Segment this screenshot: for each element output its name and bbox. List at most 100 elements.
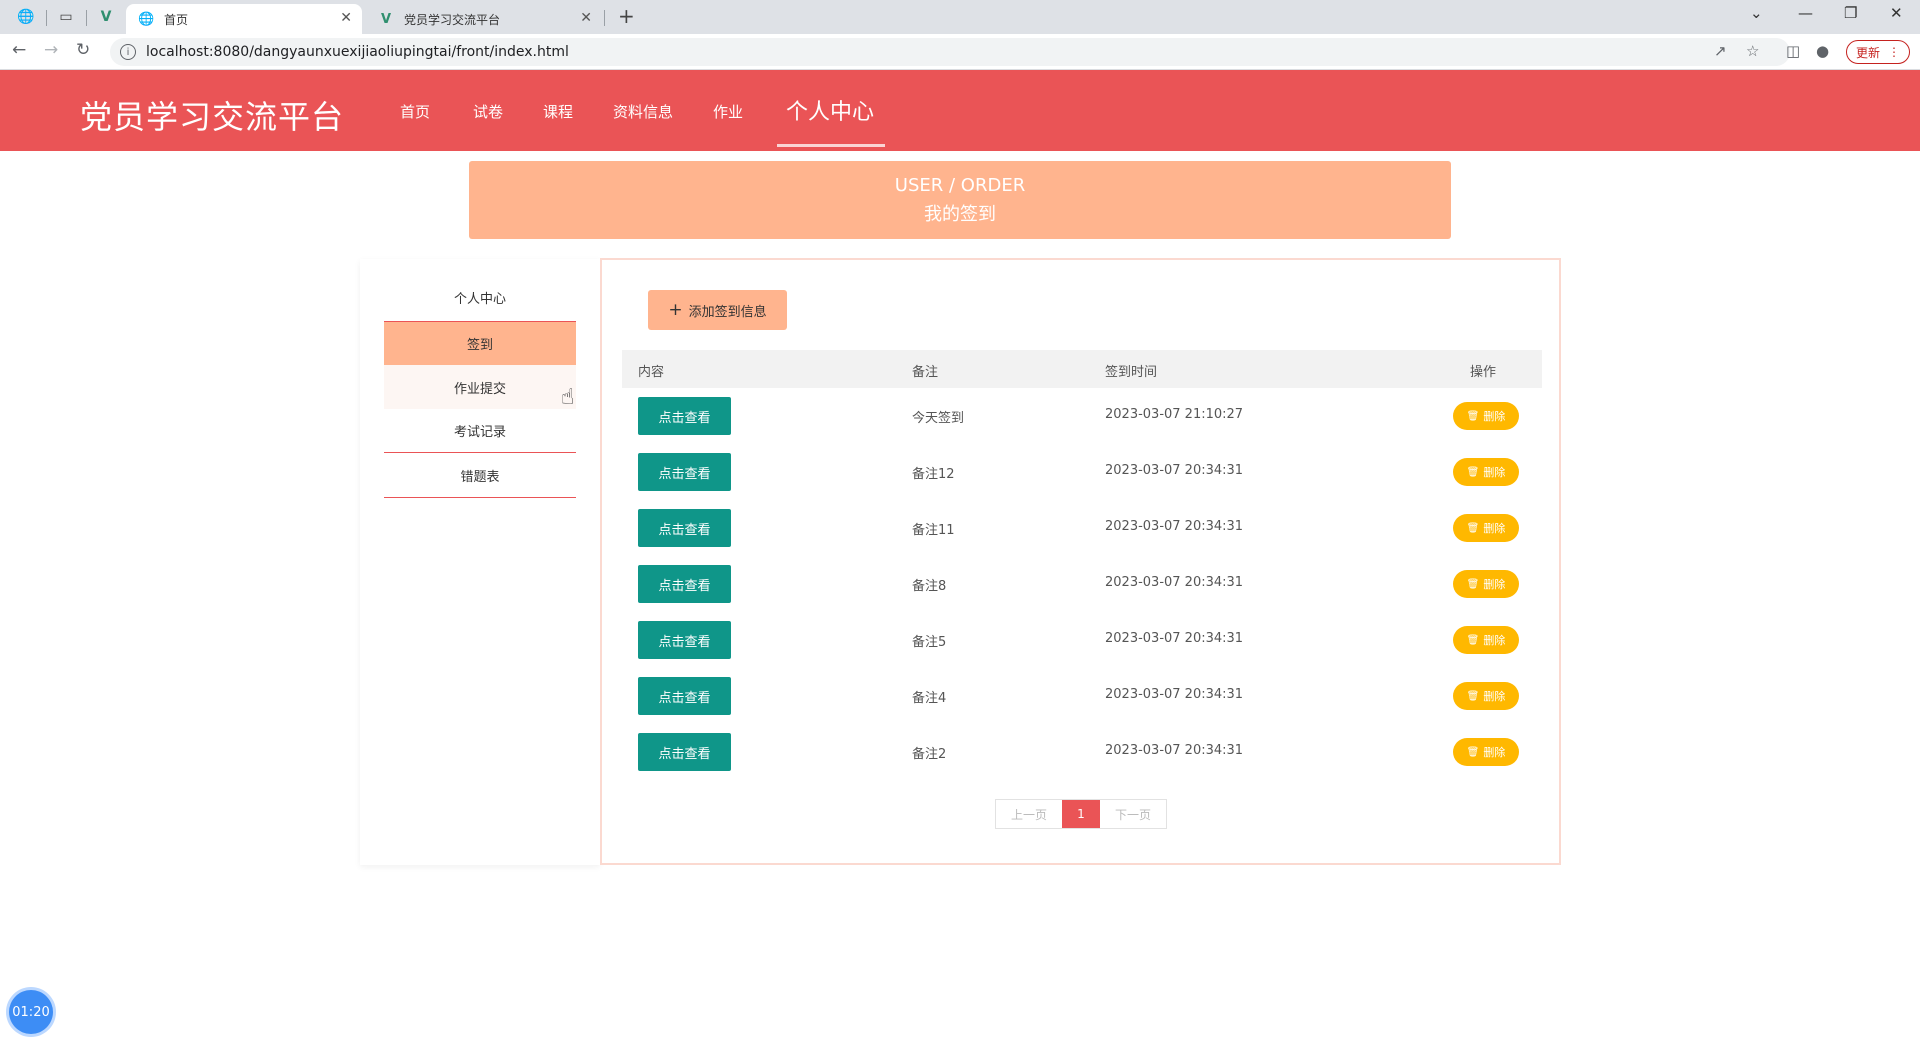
bookmark-star-icon[interactable]: ☆	[1746, 42, 1759, 60]
banner-english-title: USER / ORDER	[894, 175, 1026, 196]
current-page-button[interactable]: 1	[1062, 800, 1100, 828]
browser-tab-platform[interactable]: V 党员学习交流平台 ✕	[366, 4, 602, 34]
share-icon[interactable]: ↗	[1714, 42, 1727, 60]
delete-button[interactable]: 🗑 删除	[1453, 682, 1519, 710]
minimize-icon[interactable]: —	[1798, 4, 1813, 22]
reload-icon[interactable]: ↻	[76, 40, 90, 60]
table-row: 点击查看 备注12 2023-03-07 20:34:31 🗑 删除	[622, 444, 1542, 500]
trash-icon: 🗑	[1466, 746, 1480, 758]
note-cell: 备注8	[912, 579, 947, 594]
note-cell: 备注5	[912, 635, 947, 650]
sidebar-item-checkin[interactable]: 签到	[384, 321, 576, 365]
close-tab-icon[interactable]: ✕	[580, 10, 592, 26]
nav-materials[interactable]: 资料信息	[613, 101, 673, 122]
banner-chinese-title: 我的签到	[924, 204, 996, 225]
browser-address-bar: ← → ↻ i localhost:8080/dangyaunxuexijiao…	[0, 34, 1920, 70]
trash-icon: 🗑	[1466, 690, 1480, 702]
add-checkin-button[interactable]: + 添加签到信息	[648, 290, 787, 330]
vue-icon: V	[380, 11, 392, 27]
table-row: 点击查看 备注8 2023-03-07 20:34:31 🗑 删除	[622, 556, 1542, 612]
recording-timer-badge[interactable]: 01:20	[9, 990, 53, 1034]
column-actions: 操作	[1470, 365, 1497, 380]
note-cell: 备注4	[912, 691, 947, 706]
view-button[interactable]: 点击查看	[638, 621, 731, 659]
delete-label: 删除	[1483, 746, 1506, 759]
tab-title: 首页	[164, 12, 189, 27]
profile-avatar-icon[interactable]: ●	[1816, 42, 1829, 60]
sidebar-item-exam-records[interactable]: 考试记录	[384, 409, 576, 453]
view-button[interactable]: 点击查看	[638, 565, 731, 603]
tab-search-chevron-icon[interactable]: ⌄	[1750, 4, 1763, 22]
time-cell: 2023-03-07 20:34:31	[1105, 743, 1244, 758]
sidebar-item-user-center[interactable]: 个人中心	[384, 275, 576, 319]
new-tab-plus-icon[interactable]: +	[618, 4, 635, 28]
delete-label: 删除	[1483, 466, 1506, 479]
note-cell: 备注12	[912, 467, 955, 482]
restore-icon[interactable]: ❐	[1844, 4, 1857, 22]
trash-icon: 🗑	[1466, 522, 1480, 534]
delete-button[interactable]: 🗑 删除	[1453, 402, 1519, 430]
pinned-tab-globe-icon[interactable]: 🌐	[14, 5, 38, 29]
nav-exam-papers[interactable]: 试卷	[473, 101, 503, 122]
delete-button[interactable]: 🗑 删除	[1453, 458, 1519, 486]
trash-icon: 🗑	[1466, 410, 1480, 422]
page-banner: USER / ORDER 我的签到	[469, 161, 1451, 239]
trash-icon: 🗑	[1466, 466, 1480, 478]
active-nav-underline	[777, 144, 885, 147]
column-content: 内容	[638, 365, 665, 380]
browser-tab-bar: 🌐 ▭ V 🌐 首页 ✕ V 党员学习交流平台 ✕ + ⌄ — ❐ ✕	[0, 0, 1920, 34]
close-window-icon[interactable]: ✕	[1890, 4, 1903, 22]
forward-arrow-icon[interactable]: →	[44, 40, 58, 60]
table-header: 内容 备注 签到时间 操作	[622, 350, 1542, 388]
close-tab-icon[interactable]: ✕	[340, 10, 352, 26]
checkin-panel: + 添加签到信息 内容 备注 签到时间 操作 点击查看 今天签到 2023-03…	[600, 258, 1561, 865]
menu-dots-icon: ⋮	[1888, 45, 1900, 59]
prev-page-button[interactable]: 上一页	[996, 800, 1062, 828]
pinned-tab-vue-icon[interactable]: V	[94, 5, 118, 29]
view-button[interactable]: 点击查看	[638, 453, 731, 491]
tab-separator	[46, 10, 47, 26]
next-page-button[interactable]: 下一页	[1100, 800, 1166, 828]
sidebar-item-wrong-questions[interactable]: 错题表	[384, 454, 576, 498]
url-text: localhost:8080/dangyaunxuexijiaoliupingt…	[146, 44, 569, 60]
pinned-tab-blank-icon[interactable]: ▭	[54, 5, 78, 29]
delete-button[interactable]: 🗑 删除	[1453, 570, 1519, 598]
time-cell: 2023-03-07 20:34:31	[1105, 519, 1244, 534]
delete-button[interactable]: 🗑 删除	[1453, 626, 1519, 654]
note-cell: 今天签到	[912, 411, 965, 426]
trash-icon: 🗑	[1466, 634, 1480, 646]
view-button[interactable]: 点击查看	[638, 509, 731, 547]
table-row: 点击查看 备注11 2023-03-07 20:34:31 🗑 删除	[622, 500, 1542, 556]
view-button[interactable]: 点击查看	[638, 677, 731, 715]
sidebar-item-homework-submit[interactable]: 作业提交	[384, 365, 576, 409]
note-cell: 备注11	[912, 523, 955, 538]
view-button[interactable]: 点击查看	[638, 397, 731, 435]
site-info-icon[interactable]: i	[120, 44, 136, 60]
time-cell: 2023-03-07 20:34:31	[1105, 463, 1244, 478]
nav-user-center[interactable]: 个人中心	[786, 94, 874, 126]
site-header: 党员学习交流平台 首页 试卷 课程 资料信息 作业 个人中心	[0, 70, 1920, 151]
plus-icon: +	[668, 300, 683, 320]
side-panel-icon[interactable]: ◫	[1786, 42, 1800, 60]
table-row: 点击查看 备注2 2023-03-07 20:34:31 🗑 删除	[622, 724, 1542, 780]
note-cell: 备注2	[912, 747, 947, 762]
column-checkin-time: 签到时间	[1105, 365, 1158, 380]
nav-courses[interactable]: 课程	[543, 101, 573, 122]
nav-homework[interactable]: 作业	[713, 101, 743, 122]
delete-label: 删除	[1483, 634, 1506, 647]
back-arrow-icon[interactable]: ←	[12, 40, 26, 60]
nav-home[interactable]: 首页	[400, 101, 430, 122]
column-note: 备注	[912, 365, 939, 380]
url-field[interactable]: i localhost:8080/dangyaunxuexijiaoliupin…	[110, 38, 1790, 66]
trash-icon: 🗑	[1466, 578, 1480, 590]
time-cell: 2023-03-07 21:10:27	[1105, 407, 1244, 422]
delete-button[interactable]: 🗑 删除	[1453, 738, 1519, 766]
view-button[interactable]: 点击查看	[638, 733, 731, 771]
delete-button[interactable]: 🗑 删除	[1453, 514, 1519, 542]
browser-tab-home[interactable]: 🌐 首页 ✕	[126, 4, 362, 34]
table-row: 点击查看 备注4 2023-03-07 20:34:31 🗑 删除	[622, 668, 1542, 724]
time-cell: 2023-03-07 20:34:31	[1105, 687, 1244, 702]
time-cell: 2023-03-07 20:34:31	[1105, 575, 1244, 590]
browser-update-button[interactable]: 更新 ⋮	[1846, 40, 1910, 64]
delete-label: 删除	[1483, 578, 1506, 591]
